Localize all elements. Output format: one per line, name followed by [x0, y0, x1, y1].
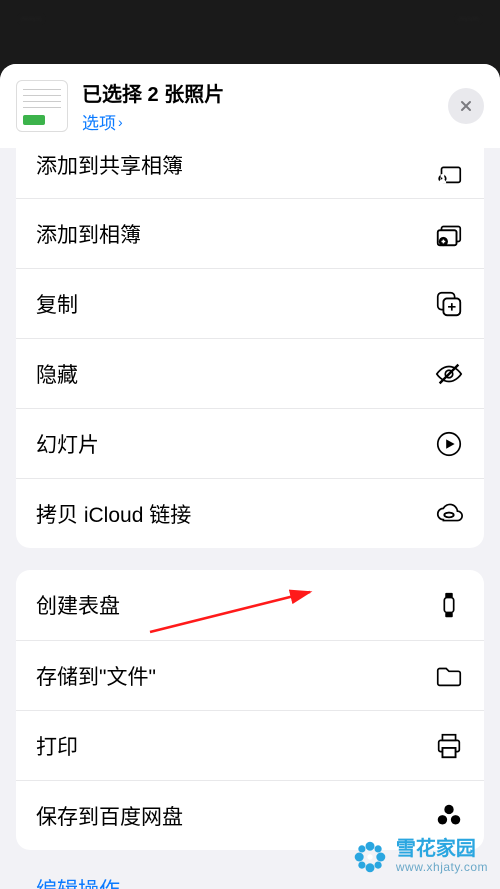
status-bar: •••• •••• [0, 0, 500, 40]
action-hide[interactable]: 隐藏 [16, 338, 484, 408]
statusbar-right: •••• [458, 11, 480, 29]
selection-thumbnail [16, 80, 68, 132]
actions-scroll[interactable]: 添加到共享相簿添加到相簿复制隐藏幻灯片拷贝 iCloud 链接 创建表盘存储到"… [0, 148, 500, 889]
action-create-watchface[interactable]: 创建表盘 [16, 570, 484, 640]
action-label: 创建表盘 [36, 590, 120, 620]
action-label: 隐藏 [36, 359, 78, 389]
watch-icon [434, 590, 464, 620]
action-group: 创建表盘存储到"文件" 打印保存到百度网盘 [16, 570, 484, 850]
options-link[interactable]: 选项 › [82, 109, 434, 134]
printer-icon [434, 731, 464, 761]
action-label: 幻灯片 [36, 429, 99, 459]
action-label: 拷贝 iCloud 链接 [36, 499, 191, 529]
action-copy-icloud-link[interactable]: 拷贝 iCloud 链接 [16, 478, 484, 548]
share-sheet: 已选择 2 张照片 选项 › 添加到共享相簿添加到相簿复制隐藏幻灯片拷贝 iCl… [0, 64, 500, 889]
action-add-to-album[interactable]: 添加到相簿 [16, 198, 484, 268]
folder-icon [434, 661, 464, 691]
person-album-icon [434, 158, 464, 188]
copy-icon [434, 289, 464, 319]
action-label: 打印 [36, 731, 78, 761]
snowflake-icon [352, 839, 388, 875]
edit-actions-link[interactable]: 编辑操作… [36, 879, 141, 889]
action-save-to-files[interactable]: 存储到"文件" [16, 640, 484, 710]
statusbar-left: •••• [20, 11, 42, 29]
sheet-header: 已选择 2 张照片 选项 › [0, 64, 500, 148]
action-group: 添加到共享相簿添加到相簿复制隐藏幻灯片拷贝 iCloud 链接 [16, 148, 484, 548]
action-label: 存储到"文件" [36, 661, 156, 691]
action-slideshow[interactable]: 幻灯片 [16, 408, 484, 478]
watermark: 雪花家园 www.xhjaty.com [352, 838, 488, 875]
close-button[interactable] [448, 88, 484, 124]
eye-slash-icon [434, 359, 464, 389]
sheet-title: 已选择 2 张照片 [82, 78, 434, 107]
action-label: 添加到共享相簿 [36, 150, 183, 192]
action-copy[interactable]: 复制 [16, 268, 484, 338]
action-label: 添加到相簿 [36, 219, 141, 249]
chevron-right-icon: › [118, 114, 123, 130]
close-icon [458, 98, 474, 114]
cloud-link-icon [434, 499, 464, 529]
play-circle-icon [434, 429, 464, 459]
action-label: 复制 [36, 289, 78, 319]
add-album-icon [434, 219, 464, 249]
action-add-to-shared-album[interactable]: 添加到共享相簿 [16, 148, 484, 198]
action-print[interactable]: 打印 [16, 710, 484, 780]
action-label: 保存到百度网盘 [36, 801, 183, 831]
baidu-icon [434, 801, 464, 831]
